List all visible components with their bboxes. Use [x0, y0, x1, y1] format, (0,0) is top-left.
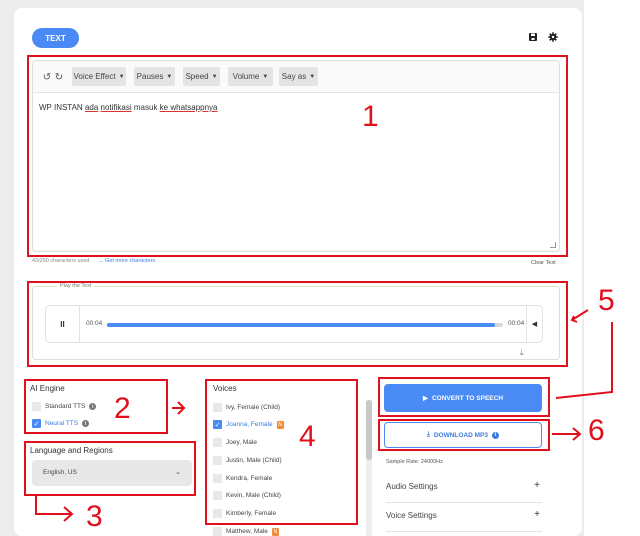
- arrow-to-3: [35, 496, 74, 522]
- arrow-5-line: [555, 322, 613, 399]
- annotation-arrows: [35, 309, 613, 522]
- arrow-to-2: [172, 401, 186, 415]
- arrow-to-6: [552, 427, 582, 441]
- arrow-to-5-head: [570, 309, 589, 323]
